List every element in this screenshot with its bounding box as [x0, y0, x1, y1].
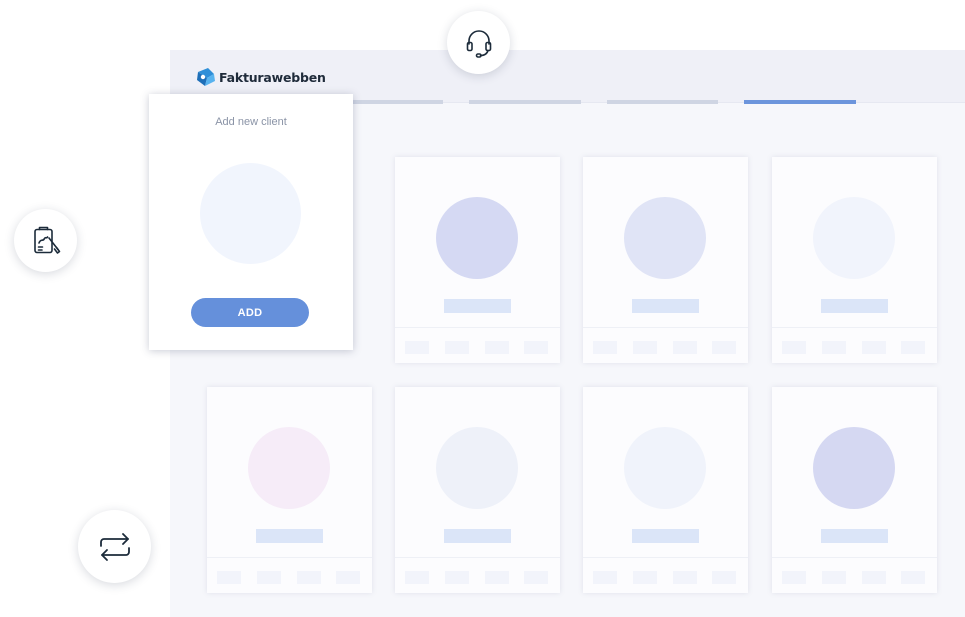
brand[interactable]: Fakturawebben [195, 66, 326, 88]
card-action-placeholder[interactable] [822, 341, 846, 354]
swap-arrows-icon [99, 532, 130, 561]
card-divider [207, 557, 372, 558]
card-action-placeholder[interactable] [593, 341, 617, 354]
card-action-placeholder[interactable] [901, 341, 925, 354]
client-card[interactable] [583, 387, 748, 593]
add-client-button[interactable]: ADD [191, 298, 309, 327]
card-action-placeholder[interactable] [485, 571, 509, 584]
card-divider [395, 327, 560, 328]
fakturawebben-logo-icon [197, 68, 215, 86]
sync-badge[interactable] [78, 510, 151, 583]
card-action-placeholder[interactable] [445, 341, 469, 354]
client-avatar-placeholder [624, 197, 706, 279]
client-name-placeholder [821, 299, 888, 313]
new-client-avatar-placeholder[interactable] [200, 163, 301, 264]
invoice-badge[interactable] [14, 209, 77, 272]
card-action-placeholder[interactable] [336, 571, 360, 584]
client-card[interactable] [395, 157, 560, 363]
card-action-placeholder[interactable] [782, 341, 806, 354]
card-action-placeholder[interactable] [673, 341, 697, 354]
card-action-placeholder[interactable] [257, 571, 281, 584]
brand-name: Fakturawebben [219, 69, 326, 85]
client-card[interactable] [772, 157, 937, 363]
card-action-placeholder[interactable] [862, 341, 886, 354]
client-avatar-placeholder [813, 427, 895, 509]
add-client-panel: Add new client ADD [149, 94, 353, 350]
client-name-placeholder [632, 529, 699, 543]
client-card[interactable] [207, 387, 372, 593]
client-avatar-placeholder [436, 427, 518, 509]
card-action-placeholder[interactable] [217, 571, 241, 584]
headset-icon [466, 29, 491, 58]
client-card[interactable] [583, 157, 748, 363]
nav-tab-4-active[interactable] [744, 100, 856, 104]
card-action-placeholder[interactable] [485, 341, 509, 354]
card-action-placeholder[interactable] [405, 571, 429, 584]
card-action-placeholder[interactable] [673, 571, 697, 584]
client-name-placeholder [444, 529, 511, 543]
card-action-placeholder[interactable] [712, 341, 736, 354]
client-avatar-placeholder [436, 197, 518, 279]
support-badge[interactable] [447, 11, 510, 74]
signed-document-icon [33, 226, 60, 254]
nav-tab-3[interactable] [607, 100, 718, 104]
card-divider [583, 327, 748, 328]
panel-title: Add new client [215, 116, 287, 128]
card-divider [395, 557, 560, 558]
client-card[interactable] [395, 387, 560, 593]
client-name-placeholder [444, 299, 511, 313]
card-action-placeholder[interactable] [712, 571, 736, 584]
card-action-placeholder[interactable] [862, 571, 886, 584]
card-action-placeholder[interactable] [524, 571, 548, 584]
card-action-placeholder[interactable] [633, 341, 657, 354]
card-action-placeholder[interactable] [593, 571, 617, 584]
card-action-placeholder[interactable] [822, 571, 846, 584]
client-card[interactable] [772, 387, 937, 593]
nav-tab-2[interactable] [469, 100, 581, 104]
card-action-placeholder[interactable] [782, 571, 806, 584]
card-action-placeholder[interactable] [633, 571, 657, 584]
card-action-placeholder[interactable] [405, 341, 429, 354]
card-divider [772, 327, 937, 328]
client-avatar-placeholder [624, 427, 706, 509]
client-avatar-placeholder [248, 427, 330, 509]
card-divider [772, 557, 937, 558]
client-name-placeholder [632, 299, 699, 313]
card-divider [583, 557, 748, 558]
nav-tab-1[interactable] [350, 100, 443, 104]
card-action-placeholder[interactable] [445, 571, 469, 584]
card-action-placeholder[interactable] [524, 341, 548, 354]
card-action-placeholder[interactable] [901, 571, 925, 584]
client-name-placeholder [821, 529, 888, 543]
client-name-placeholder [256, 529, 323, 543]
client-avatar-placeholder [813, 197, 895, 279]
card-action-placeholder[interactable] [297, 571, 321, 584]
